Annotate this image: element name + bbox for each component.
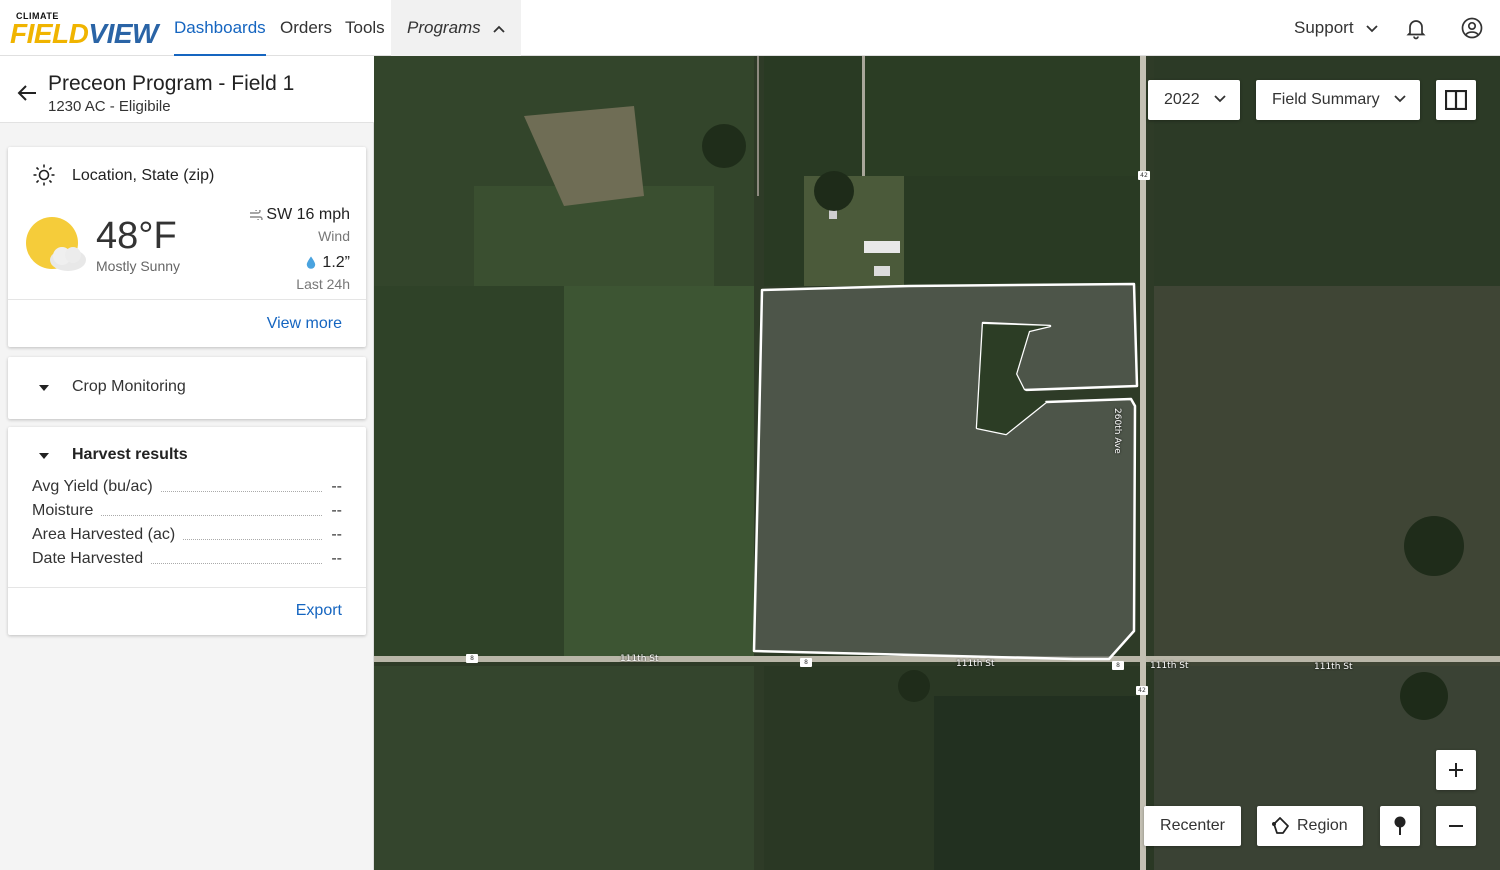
road-label-south: 111th St: [620, 654, 659, 664]
road-shield: 8: [466, 654, 478, 663]
road-label-south: 111th St: [1150, 661, 1189, 671]
road-shield: 42: [1136, 686, 1148, 695]
crop-monitoring-label: Crop Monitoring: [72, 378, 186, 395]
caret-down-icon[interactable]: [38, 384, 50, 392]
sun-outline-icon: [33, 164, 55, 186]
road-shield: 8: [800, 658, 812, 667]
satellite-map[interactable]: 111th St 111th St 111th St 111th St 260t…: [374, 56, 1500, 870]
weather-location: Location, State (zip): [72, 167, 215, 184]
crop-monitoring-card[interactable]: Crop Monitoring: [8, 357, 366, 419]
harvest-row: Area Harvested (ac) --: [32, 526, 342, 546]
recenter-button[interactable]: Recenter: [1144, 806, 1241, 846]
harvest-row: Moisture --: [32, 502, 342, 522]
harvest-row-label: Moisture: [32, 502, 102, 520]
field-boundary[interactable]: [752, 282, 1139, 661]
year-value: 2022: [1164, 91, 1200, 108]
nav-orders[interactable]: Orders: [280, 0, 332, 56]
chevron-up-icon: [493, 25, 506, 33]
year-dropdown[interactable]: 2022: [1148, 80, 1240, 120]
field-side-panel: Preceon Program - Field 1 1230 AC - Elig…: [0, 56, 374, 870]
drop-pin-button[interactable]: [1380, 806, 1420, 846]
split-view-icon: [1445, 90, 1467, 110]
harvest-row-label: Area Harvested (ac): [32, 526, 184, 544]
harvest-results-label: Harvest results: [72, 446, 188, 463]
road-label-south: 111th St: [1314, 662, 1353, 672]
back-arrow-icon[interactable]: [16, 82, 38, 104]
view-more-link[interactable]: View more: [267, 315, 342, 333]
account-icon[interactable]: [1460, 16, 1484, 40]
region-button[interactable]: Region: [1257, 806, 1363, 846]
support-menu[interactable]: Support: [1294, 0, 1378, 56]
zoom-out-button[interactable]: [1436, 806, 1476, 846]
layer-value: Field Summary: [1272, 91, 1380, 108]
nav-tools[interactable]: Tools: [345, 0, 385, 56]
layer-dropdown[interactable]: Field Summary: [1256, 80, 1420, 120]
weather-card: Location, State (zip) 48°F Mostly Sunny …: [8, 147, 366, 347]
harvest-row-value: --: [323, 526, 342, 544]
caret-down-icon[interactable]: [38, 452, 50, 460]
chevron-down-icon: [1214, 95, 1226, 103]
harvest-results-card: Harvest results Avg Yield (bu/ac) -- Moi…: [8, 427, 366, 635]
wind-icon: [250, 208, 264, 222]
region-draw-icon: [1272, 817, 1289, 834]
harvest-row: Avg Yield (bu/ac) --: [32, 478, 342, 498]
bell-icon[interactable]: [1404, 16, 1428, 40]
minus-icon: [1449, 825, 1463, 827]
weather-condition: Mostly Sunny: [96, 258, 181, 274]
partly-sunny-icon: [26, 217, 86, 271]
zoom-in-button[interactable]: [1436, 750, 1476, 790]
harvest-row: Date Harvested --: [32, 550, 342, 570]
wind-value: SW 16 mph: [249, 206, 350, 224]
divider: [8, 587, 366, 588]
climate-fieldview-logo[interactable]: CLIMATE FIELDVIEW: [10, 10, 158, 49]
field-header: Preceon Program - Field 1 1230 AC - Elig…: [0, 56, 374, 123]
chevron-down-icon: [1394, 95, 1406, 103]
harvest-row-value: --: [323, 478, 342, 496]
map-pin-icon: [1394, 816, 1406, 835]
temperature: 48°F: [96, 215, 177, 257]
plus-icon: [1449, 763, 1463, 777]
harvest-row-value: --: [323, 550, 342, 568]
nav-dashboards[interactable]: Dashboards: [174, 0, 266, 56]
rain-label: Last 24h: [296, 276, 350, 292]
field-subtitle: 1230 AC - Eligibile: [48, 98, 171, 115]
raindrop-icon: [307, 256, 316, 270]
region-label: Region: [1297, 817, 1348, 834]
road-shield: 8: [1112, 661, 1124, 670]
support-label: Support: [1294, 18, 1354, 37]
split-view-button[interactable]: [1436, 80, 1476, 120]
road-label-south: 111th St: [956, 659, 995, 669]
logo-wordmark: FIELDVIEW: [10, 18, 158, 49]
nav-programs-label: Programs: [407, 18, 481, 37]
harvest-row-value: --: [323, 502, 342, 520]
rain-value: 1.2”: [306, 254, 350, 272]
chevron-down-icon: [1366, 24, 1378, 32]
nav-programs[interactable]: Programs: [391, 0, 522, 56]
road-label-east: 260th Ave: [1112, 408, 1122, 454]
wind-label: Wind: [318, 228, 350, 244]
harvest-row-label: Avg Yield (bu/ac): [32, 478, 161, 496]
divider: [8, 299, 366, 300]
field-title: Preceon Program - Field 1: [48, 72, 295, 95]
road-shield: 42: [1138, 171, 1150, 180]
export-link[interactable]: Export: [296, 602, 342, 620]
harvest-row-label: Date Harvested: [32, 550, 152, 568]
satellite-imagery: [374, 56, 1500, 870]
top-nav-bar: CLIMATE FIELDVIEW Dashboards Orders Tool…: [0, 0, 1500, 56]
